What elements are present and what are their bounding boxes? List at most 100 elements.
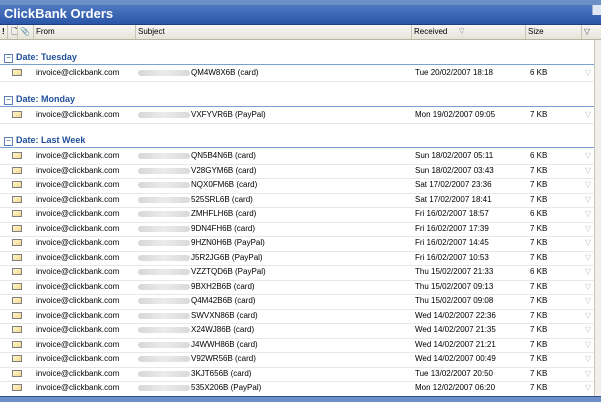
message-row[interactable]: invoice@clickbank.com 525SRL6B (card) Sat … <box>0 193 594 208</box>
message-subject: X24WJ86B (card) <box>191 325 255 334</box>
flag-icon[interactable]: ▽ <box>585 338 591 352</box>
funnel-icon: ▽ <box>584 27 591 36</box>
message-size: 7 KB <box>530 354 548 363</box>
flag-icon[interactable]: ▽ <box>585 149 591 163</box>
message-size: 7 KB <box>530 383 548 392</box>
message-from: invoice@clickbank.com <box>36 209 120 218</box>
message-received: Sun 18/02/2007 03:43 <box>415 165 494 175</box>
flag-icon[interactable]: ▽ <box>585 108 591 122</box>
message-row[interactable]: invoice@clickbank.com QN5B4N6B (card) Sun … <box>0 149 594 165</box>
message-received: Fri 16/02/2007 18:57 <box>415 209 489 218</box>
flag-icon[interactable]: ▽ <box>585 207 591 221</box>
message-size: 7 KB <box>530 296 548 305</box>
group-label: Date: Tuesday <box>16 52 77 62</box>
message-size: 7 KB <box>530 252 548 262</box>
flag-icon[interactable]: ▽ <box>585 280 591 294</box>
from-column-header[interactable]: From <box>34 25 136 39</box>
message-size: 7 KB <box>530 310 548 320</box>
flag-icon[interactable]: ▽ <box>585 222 591 236</box>
message-row[interactable]: invoice@clickbank.com QM4W8X6B (card) Tue … <box>0 66 594 82</box>
message-received: Fri 16/02/2007 10:53 <box>415 252 489 262</box>
message-row[interactable]: invoice@clickbank.com 535X206B (PayPal) Mo… <box>0 381 594 397</box>
message-row[interactable]: invoice@clickbank.com VXFYVR6B (PayPal) Mo… <box>0 108 594 124</box>
flag-column-header[interactable]: ▽ <box>582 25 594 39</box>
message-row[interactable]: invoice@clickbank.com J4WWH86B (card) Wed … <box>0 338 594 353</box>
envelope-icon <box>12 355 22 362</box>
title-bar-button[interactable] <box>592 5 601 15</box>
group-header[interactable]: − Date: Monday <box>0 92 594 107</box>
group-header[interactable]: − Date: Last Week <box>0 133 594 148</box>
message-received: Fri 16/02/2007 17:39 <box>415 223 489 233</box>
message-received: Thu 15/02/2007 21:33 <box>415 267 494 276</box>
message-received: Mon 19/02/2007 09:05 <box>415 110 496 119</box>
flag-icon[interactable]: ▽ <box>585 251 591 265</box>
flag-icon[interactable]: ▽ <box>585 164 591 178</box>
blurred-subject-prefix <box>138 298 190 304</box>
message-received: Wed 14/02/2007 00:49 <box>415 354 496 363</box>
message-row[interactable]: invoice@clickbank.com VZZTQD6B (PayPal) Th… <box>0 265 594 281</box>
flag-icon[interactable]: ▽ <box>585 236 591 250</box>
message-row[interactable]: invoice@clickbank.com V28GYM6B (card) Sun … <box>0 164 594 179</box>
blurred-subject-prefix <box>138 283 190 290</box>
message-row[interactable]: invoice@clickbank.com NQX0FM6B (card) Sat … <box>0 178 594 194</box>
flag-icon[interactable]: ▽ <box>585 309 591 323</box>
message-row[interactable]: invoice@clickbank.com X24WJ86B (card) Wed … <box>0 323 594 339</box>
minus-box-icon[interactable]: − <box>4 137 13 146</box>
envelope-icon <box>12 239 22 246</box>
message-received: Thu 15/02/2007 09:13 <box>415 281 494 291</box>
message-size: 7 KB <box>530 325 548 334</box>
type-column-header[interactable]: 🗋 <box>8 25 18 39</box>
size-column-header[interactable]: Size <box>526 25 582 39</box>
flag-icon[interactable]: ▽ <box>585 323 591 337</box>
flag-icon[interactable]: ▽ <box>585 367 591 381</box>
message-size: 7 KB <box>530 165 548 175</box>
importance-column-header[interactable]: ! <box>0 25 8 39</box>
envelope-icon <box>12 224 22 232</box>
envelope-icon <box>12 326 22 333</box>
blurred-subject-prefix <box>138 370 190 377</box>
message-subject: J4WWH86B (card) <box>191 339 258 349</box>
flag-icon[interactable]: ▽ <box>585 178 591 192</box>
message-row[interactable]: invoice@clickbank.com 3KJT656B (card) Tue … <box>0 367 594 382</box>
blurred-subject-prefix <box>138 254 190 261</box>
document-icon: 🗋 <box>11 27 18 36</box>
message-size: 7 KB <box>530 110 548 119</box>
message-from: invoice@clickbank.com <box>36 238 120 247</box>
blurred-subject-prefix <box>138 167 190 174</box>
message-row[interactable]: invoice@clickbank.com 9DN4FH6B (card) Fri … <box>0 222 594 237</box>
envelope-icon <box>12 384 22 391</box>
message-subject: NQX0FM6B (card) <box>191 180 258 189</box>
flag-icon[interactable]: ▽ <box>585 265 591 279</box>
received-header-label: Received <box>414 27 448 36</box>
message-row[interactable]: invoice@clickbank.com SWVXN86B (card) Wed … <box>0 309 594 324</box>
message-received: Sat 17/02/2007 18:41 <box>415 194 492 204</box>
message-row[interactable]: invoice@clickbank.com 9BXH2B6B (card) Thu … <box>0 280 594 295</box>
vertical-scrollbar[interactable] <box>594 40 601 396</box>
blurred-subject-prefix <box>138 112 190 118</box>
group-underline <box>0 147 594 148</box>
minus-box-icon[interactable]: − <box>4 54 13 63</box>
flag-icon[interactable]: ▽ <box>585 352 591 366</box>
attachment-column-header[interactable]: 📎 <box>18 25 34 39</box>
message-row[interactable]: invoice@clickbank.com V92WR56B (card) Wed … <box>0 352 594 368</box>
message-from: invoice@clickbank.com <box>36 368 120 378</box>
message-size: 6 KB <box>530 68 548 77</box>
flag-icon[interactable]: ▽ <box>585 294 591 308</box>
message-subject: V28GYM6B (card) <box>191 165 257 175</box>
message-row[interactable]: invoice@clickbank.com Q4M42B6B (card) Thu … <box>0 294 594 310</box>
message-row[interactable]: invoice@clickbank.com ZMHFLH6B (card) Fri … <box>0 207 594 223</box>
blurred-subject-prefix <box>138 312 190 319</box>
flag-icon[interactable]: ▽ <box>585 193 591 207</box>
flag-icon[interactable]: ▽ <box>585 66 591 80</box>
message-from: invoice@clickbank.com <box>36 281 120 291</box>
group-header[interactable]: − Date: Tuesday <box>0 50 594 65</box>
received-column-header[interactable]: Received ▽ <box>412 25 526 39</box>
flag-icon[interactable]: ▽ <box>585 381 591 395</box>
message-row[interactable]: invoice@clickbank.com 9HZN0H6B (PayPal) Fr… <box>0 236 594 252</box>
minus-box-icon[interactable]: − <box>4 96 13 105</box>
envelope-icon <box>12 340 22 348</box>
subject-column-header[interactable]: Subject <box>136 25 412 39</box>
message-from: invoice@clickbank.com <box>36 267 120 276</box>
message-from: invoice@clickbank.com <box>36 68 120 77</box>
message-row[interactable]: invoice@clickbank.com J5R2JG6B (PayPal) Fr… <box>0 251 594 266</box>
